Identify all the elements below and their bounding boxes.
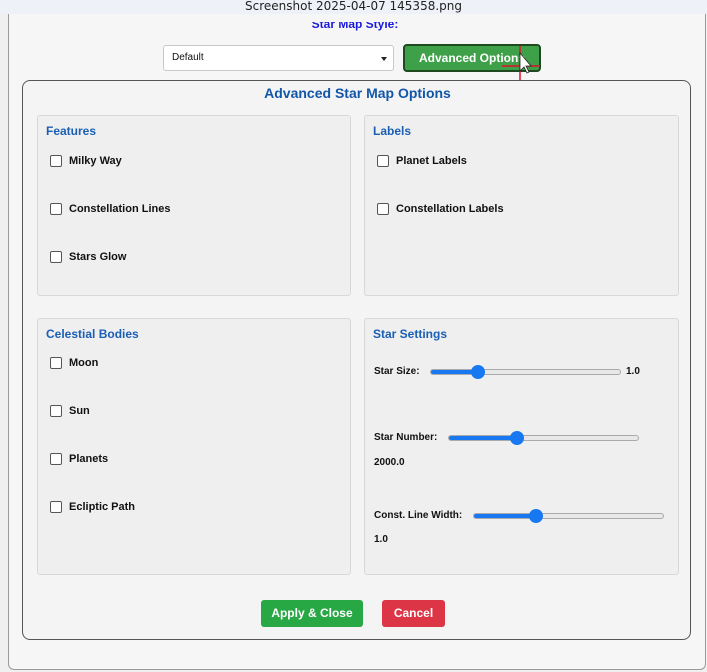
constellation-lines-label: Constellation Lines — [69, 203, 171, 215]
star-number-fill — [449, 436, 518, 440]
celestial-bodies-card: Celestial Bodies Moon Sun Planets Eclipt… — [37, 318, 351, 575]
ecliptic-path-checkbox[interactable] — [50, 501, 62, 513]
star-size-row: Star Size: 1.0 — [374, 364, 674, 380]
moon-option[interactable]: Moon — [50, 356, 98, 370]
line-width-thumb[interactable] — [529, 509, 544, 523]
style-select-value: Default — [172, 52, 204, 63]
planet-labels-option[interactable]: Planet Labels — [377, 154, 467, 168]
planets-option[interactable]: Planets — [50, 452, 108, 466]
constellation-lines-checkbox[interactable] — [50, 203, 62, 215]
star-settings-card: Star Settings Star Size: 1.0 Star Number… — [364, 318, 679, 575]
planets-label: Planets — [69, 453, 109, 465]
star-number-row: Star Number: 2000.0 — [374, 430, 674, 468]
milky-way-checkbox[interactable] — [50, 155, 62, 167]
star-number-thumb[interactable] — [509, 431, 524, 445]
constellation-lines-option[interactable]: Constellation Lines — [50, 202, 170, 216]
advanced-options-button[interactable]: Advanced Options — [403, 44, 541, 72]
constellation-labels-checkbox[interactable] — [377, 203, 389, 215]
line-width-track[interactable] — [473, 513, 664, 519]
star-number-label: Star Number: — [374, 432, 438, 443]
features-card: Features Milky Way Constellation Lines S… — [37, 115, 351, 296]
cancel-button[interactable]: Cancel — [382, 600, 445, 627]
stars-glow-label: Stars Glow — [69, 251, 127, 263]
sun-label: Sun — [69, 405, 90, 417]
line-width-label: Const. Line Width: — [374, 510, 463, 521]
window-title: Screenshot 2025-04-07 145358.png — [0, 0, 707, 14]
chevron-down-icon — [381, 57, 387, 61]
moon-label: Moon — [69, 357, 99, 369]
star-number-value: 2000.0 — [374, 457, 405, 468]
star-number-track[interactable] — [448, 435, 639, 441]
line-width-row: Const. Line Width: 1.0 — [374, 508, 674, 545]
modal-title: Advanced Star Map Options — [264, 85, 451, 101]
style-label: Star Map Style: — [311, 22, 399, 31]
style-select[interactable]: Default — [163, 45, 394, 71]
advanced-options-modal: Advanced Star Map Options Features Milky… — [22, 80, 691, 640]
star-size-value: 1.0 — [626, 366, 640, 377]
planet-labels-label: Planet Labels — [396, 155, 467, 167]
line-width-fill — [474, 514, 537, 518]
stars-glow-option[interactable]: Stars Glow — [50, 250, 126, 264]
stars-glow-checkbox[interactable] — [50, 251, 62, 263]
apply-close-button[interactable]: Apply & Close — [261, 600, 363, 627]
labels-card: Labels Planet Labels Constellation Label… — [364, 115, 679, 296]
milky-way-option[interactable]: Milky Way — [50, 154, 122, 168]
ecliptic-path-label: Ecliptic Path — [69, 501, 136, 513]
moon-checkbox[interactable] — [50, 357, 62, 369]
sun-checkbox[interactable] — [50, 405, 62, 417]
constellation-labels-label: Constellation Labels — [396, 203, 504, 215]
star-size-track[interactable] — [430, 369, 621, 375]
planet-labels-checkbox[interactable] — [377, 155, 389, 167]
star-size-label: Star Size: — [374, 366, 420, 377]
labels-title: Labels — [373, 124, 412, 138]
constellation-labels-option[interactable]: Constellation Labels — [377, 202, 504, 216]
features-title: Features — [46, 124, 97, 138]
sun-option[interactable]: Sun — [50, 404, 90, 418]
milky-way-label: Milky Way — [69, 155, 122, 167]
star-size-thumb[interactable] — [470, 365, 485, 379]
ecliptic-path-option[interactable]: Ecliptic Path — [50, 500, 135, 514]
celestial-bodies-title: Celestial Bodies — [46, 327, 139, 341]
star-settings-title: Star Settings — [373, 327, 448, 341]
line-width-value: 1.0 — [374, 534, 388, 545]
planets-checkbox[interactable] — [50, 453, 62, 465]
